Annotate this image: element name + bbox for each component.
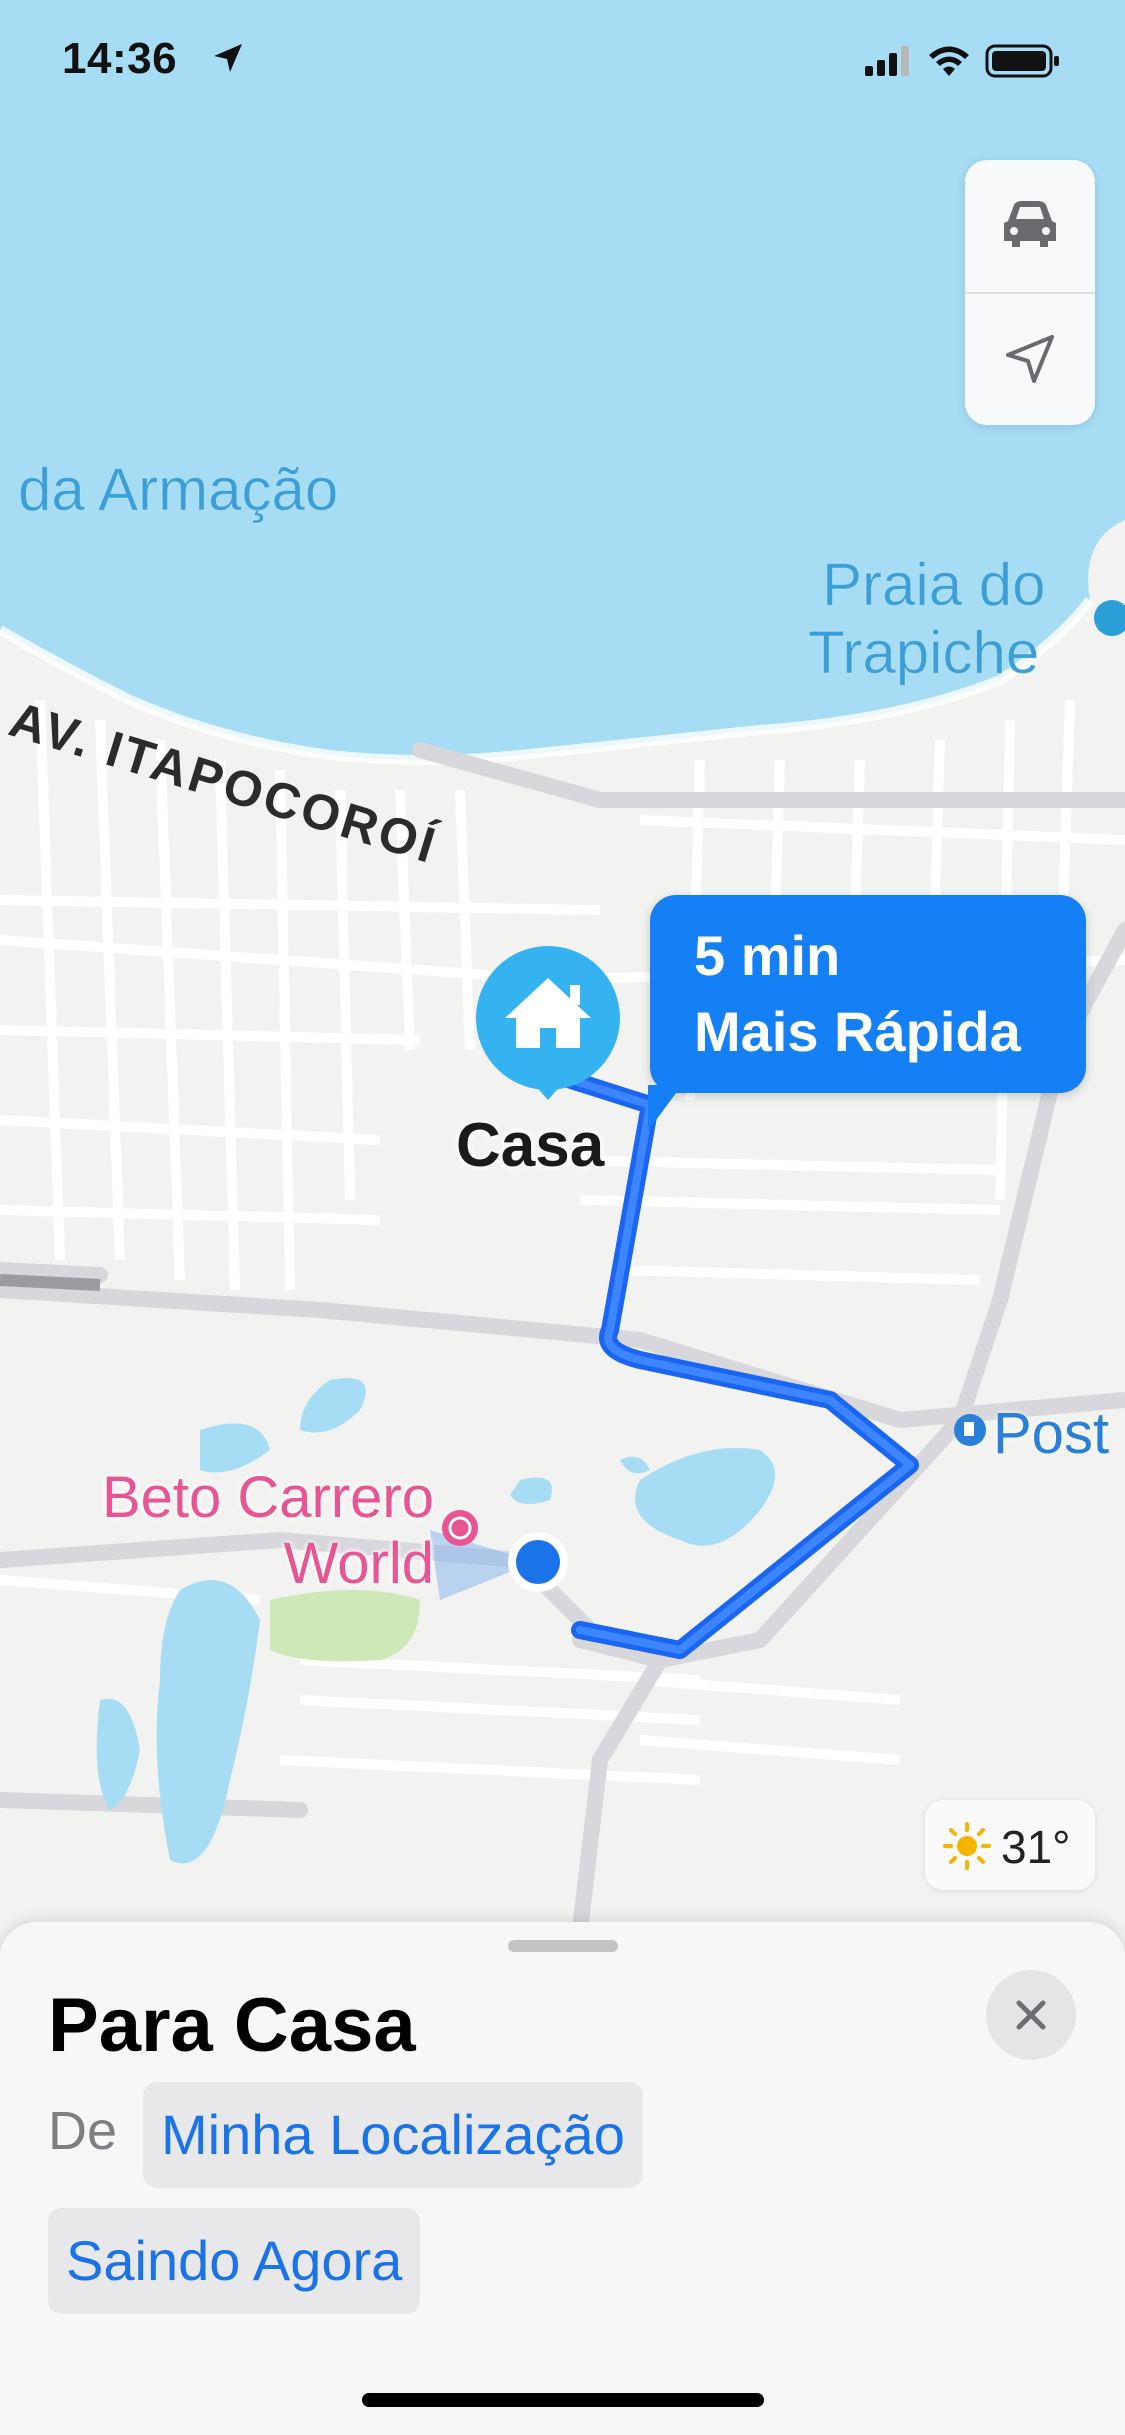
temperature: 31° <box>1001 1821 1071 1873</box>
fuel-icon <box>954 1414 986 1446</box>
departure-time-button[interactable]: Saindo Agora <box>48 2208 421 2314</box>
park-green <box>270 1590 420 1662</box>
poi-beto-carrero-line2: World <box>283 1531 434 1596</box>
origin-button[interactable]: Minha Localização <box>143 2082 643 2188</box>
locate-me-button[interactable] <box>965 294 1095 424</box>
status-icons <box>865 44 1059 78</box>
poi-fuel-label[interactable]: Post <box>993 1400 1109 1467</box>
sheet-grabber[interactable] <box>508 1940 618 1952</box>
poi-beto-carrero[interactable]: Beto Carrero World <box>10 1465 434 1597</box>
route-callout[interactable]: 5 min Mais Rápida <box>648 895 1086 1131</box>
car-icon <box>1004 201 1056 247</box>
water-label-praia: Praia do <box>821 551 1046 619</box>
poi-beto-carrero-line1: Beto Carrero <box>101 1465 434 1530</box>
wifi-icon <box>929 46 969 76</box>
sun-icon <box>943 1822 991 1870</box>
status-time: 14:36 <box>62 34 178 83</box>
cellular-signal-icon <box>865 46 909 76</box>
route-type: Mais Rápida <box>694 1000 1021 1063</box>
location-arrow-icon <box>1006 335 1054 383</box>
location-arrow-icon <box>214 44 242 72</box>
map-controls <box>965 160 1095 425</box>
transport-mode-button[interactable] <box>965 160 1095 290</box>
from-label: De <box>48 2101 118 2161</box>
home-indicator[interactable] <box>362 2393 764 2407</box>
directions-sheet: Para Casa De Minha Localização Saindo Ag… <box>0 1922 1125 2435</box>
water-label-armacao: da Armação <box>17 456 339 524</box>
water-label-trapiche: Trapiche <box>807 619 1040 687</box>
destination-label[interactable]: Casa <box>456 1110 604 1181</box>
close-button[interactable] <box>986 1970 1076 2060</box>
close-icon <box>1016 2000 1046 2030</box>
ferris-wheel-icon <box>442 1510 478 1546</box>
callout-tail <box>648 1085 682 1131</box>
route-duration: 5 min <box>694 924 841 987</box>
weather-chip[interactable]: 31° <box>925 1800 1095 1890</box>
battery-icon <box>985 44 1059 78</box>
sheet-title: Para Casa <box>48 1983 416 2068</box>
highway-stub <box>0 1274 101 1291</box>
status-bar: 14:36 <box>0 0 1125 120</box>
maps-screen: da Armação Praia do Trapiche AV. ITAPOCO… <box>0 0 1125 2435</box>
user-location-dot <box>516 1540 560 1584</box>
